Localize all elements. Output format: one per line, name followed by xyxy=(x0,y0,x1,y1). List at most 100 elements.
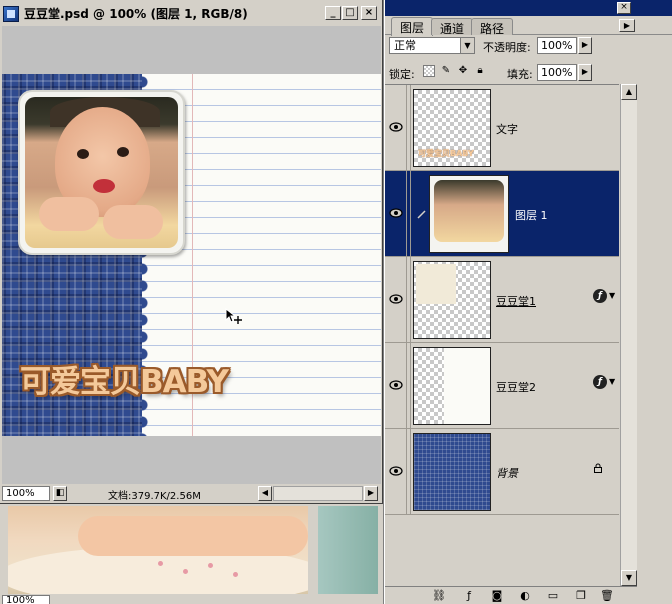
layer-effects-icon[interactable]: ƒ xyxy=(593,289,607,303)
visibility-toggle[interactable] xyxy=(385,343,407,428)
visibility-toggle[interactable] xyxy=(385,429,407,514)
background-document-window[interactable]: 100% xyxy=(0,500,383,604)
document-title-bar[interactable]: 豆豆堂.psd @ 100% (图层 1, RGB/8) _ □ × xyxy=(0,4,381,24)
lock-label: 锁定: xyxy=(389,68,415,81)
mask-icon[interactable]: ◙ xyxy=(489,589,505,603)
expand-effects-icon[interactable]: ▼ xyxy=(609,377,615,386)
fx-icon[interactable]: ƒ xyxy=(461,589,477,603)
baby-photo xyxy=(25,97,178,248)
minimize-button[interactable]: _ xyxy=(325,6,341,20)
layer-thumbnail xyxy=(429,175,509,253)
opacity-input[interactable]: 100% xyxy=(537,37,577,54)
baby-eye xyxy=(117,147,129,157)
layer-thumbnail xyxy=(413,347,491,425)
thumbnail-photo xyxy=(434,180,504,242)
document-window[interactable]: 豆豆堂.psd @ 100% (图层 1, RGB/8) _ □ × 可爱宝贝B… xyxy=(0,0,383,504)
chevron-down-icon[interactable]: ▼ xyxy=(460,38,474,53)
document-size-info: 文档:379.7K/2.56M xyxy=(108,491,201,502)
layer-thumbnail xyxy=(413,433,491,511)
eye-icon[interactable] xyxy=(389,379,403,391)
palette-close-button[interactable]: × xyxy=(617,2,631,14)
link-icon[interactable]: ⛓ xyxy=(431,589,447,603)
layer-name[interactable]: 豆豆堂1 xyxy=(496,293,536,309)
scroll-right-button[interactable]: ▶ xyxy=(364,486,378,501)
tab-layers[interactable]: 图层 xyxy=(391,17,434,36)
background-zoom-field[interactable]: 100% xyxy=(2,595,50,604)
layer-name[interactable]: 文字 xyxy=(496,121,518,137)
layer-effects-icon[interactable]: ƒ xyxy=(593,375,607,389)
eye-icon[interactable] xyxy=(389,465,403,477)
baby-eye xyxy=(77,149,89,159)
palette-tabs: 图层 通道 路径 ▶ xyxy=(385,17,672,36)
lock-all-icon[interactable]: 🔒︎ xyxy=(474,65,486,77)
new-group-icon[interactable]: ▭ xyxy=(545,589,561,603)
expand-effects-icon[interactable]: ▼ xyxy=(609,291,615,300)
layers-toolbar: ⛓ ƒ ◙ ◐ ▭ ❐ 🗑︎ xyxy=(385,586,637,604)
lock-row: 锁定: ✎ ✥ 🔒︎ 填充: 100% ▶ xyxy=(385,62,672,82)
layer-name[interactable]: 豆豆堂2 xyxy=(496,379,536,395)
fill-label: 填充: xyxy=(507,68,533,81)
layer-name[interactable]: 图层 1 xyxy=(515,207,548,223)
layer-list[interactable]: 可爱宝贝BABY 文字 图层 1 豆豆堂1 ƒ ▼ 豆豆堂2 ƒ ▼ 背景 xyxy=(385,84,619,515)
baby-mouth xyxy=(93,179,115,193)
link-cell[interactable] xyxy=(407,257,411,342)
layer-row-layer-1[interactable]: 图层 1 xyxy=(385,171,619,257)
thumbnail-fill xyxy=(444,348,490,424)
document-workspace[interactable]: 可爱宝贝BABY xyxy=(2,26,381,484)
lock-position-icon[interactable]: ✥ xyxy=(457,65,469,77)
table-pattern-dot xyxy=(158,561,163,566)
link-cell[interactable] xyxy=(407,85,411,170)
horizontal-scrollbar[interactable] xyxy=(273,486,363,501)
opacity-slider-button[interactable]: ▶ xyxy=(578,37,592,54)
lock-transparency-icon[interactable] xyxy=(423,65,435,77)
background-document-edge xyxy=(318,506,378,594)
thumbnail-fill xyxy=(416,264,456,304)
fill-input[interactable]: 100% xyxy=(537,64,577,81)
scroll-up-button[interactable]: ▲ xyxy=(621,84,637,100)
layer-row-text[interactable]: 可爱宝贝BABY 文字 xyxy=(385,85,619,171)
link-cell[interactable] xyxy=(407,171,411,256)
table-pattern-dot xyxy=(208,563,213,568)
eye-icon[interactable] xyxy=(389,293,403,305)
visibility-toggle[interactable] xyxy=(385,171,407,256)
baby-hand xyxy=(39,197,99,231)
scroll-down-button[interactable]: ▼ xyxy=(621,570,637,586)
adjustment-layer-icon[interactable]: ◐ xyxy=(517,589,533,603)
eye-icon[interactable] xyxy=(389,121,403,133)
new-layer-icon[interactable]: ❐ xyxy=(573,589,589,603)
close-button[interactable]: × xyxy=(361,6,377,20)
trash-icon[interactable]: 🗑︎ xyxy=(599,589,615,603)
background-status-bar xyxy=(0,594,383,604)
document-canvas[interactable]: 可爱宝贝BABY xyxy=(2,74,381,436)
fill-slider-button[interactable]: ▶ xyxy=(578,64,592,81)
tab-channels[interactable]: 通道 xyxy=(431,18,474,36)
layer-row-background[interactable]: 背景 xyxy=(385,429,619,515)
table-pattern-dot xyxy=(233,572,238,577)
zoom-field[interactable]: 100% xyxy=(2,486,50,501)
layer-thumbnail xyxy=(413,261,491,339)
visibility-toggle[interactable] xyxy=(385,257,407,342)
layers-vertical-scrollbar[interactable]: ▲ ▼ xyxy=(620,84,637,586)
eye-icon[interactable] xyxy=(389,207,403,219)
layers-palette[interactable]: × 图层 通道 路径 ▶ 正常 ▼ 不透明度: 100% ▶ 锁定: ✎ ✥ 🔒… xyxy=(384,0,672,604)
status-menu-button[interactable]: ◧ xyxy=(53,486,67,501)
photoshop-document-icon xyxy=(3,6,19,22)
scrollbar-track[interactable] xyxy=(621,100,637,570)
layer-row-doudoutang-1[interactable]: 豆豆堂1 ƒ ▼ xyxy=(385,257,619,343)
palette-menu-button[interactable]: ▶ xyxy=(619,19,635,32)
link-cell[interactable] xyxy=(407,429,411,514)
link-cell[interactable] xyxy=(407,343,411,428)
tab-paths[interactable]: 路径 xyxy=(471,18,514,36)
palette-title-bar[interactable]: × xyxy=(385,0,672,16)
document-status-bar: 100% ◧ 文档:379.7K/2.56M ▶ ◀ ▶ xyxy=(0,484,381,502)
blend-row: 正常 ▼ 不透明度: 100% ▶ xyxy=(385,36,672,58)
layer-name[interactable]: 背景 xyxy=(496,465,518,481)
lock-pixels-icon[interactable]: ✎ xyxy=(440,65,452,77)
blend-mode-select[interactable]: 正常 ▼ xyxy=(389,37,475,54)
blend-mode-value: 正常 xyxy=(394,39,416,52)
visibility-toggle[interactable] xyxy=(385,85,407,170)
layer-row-doudoutang-2[interactable]: 豆豆堂2 ƒ ▼ xyxy=(385,343,619,429)
thumbnail-text: 可爱宝贝BABY xyxy=(418,149,474,158)
scroll-left-button[interactable]: ◀ xyxy=(258,486,272,501)
maximize-button[interactable]: □ xyxy=(342,6,358,20)
